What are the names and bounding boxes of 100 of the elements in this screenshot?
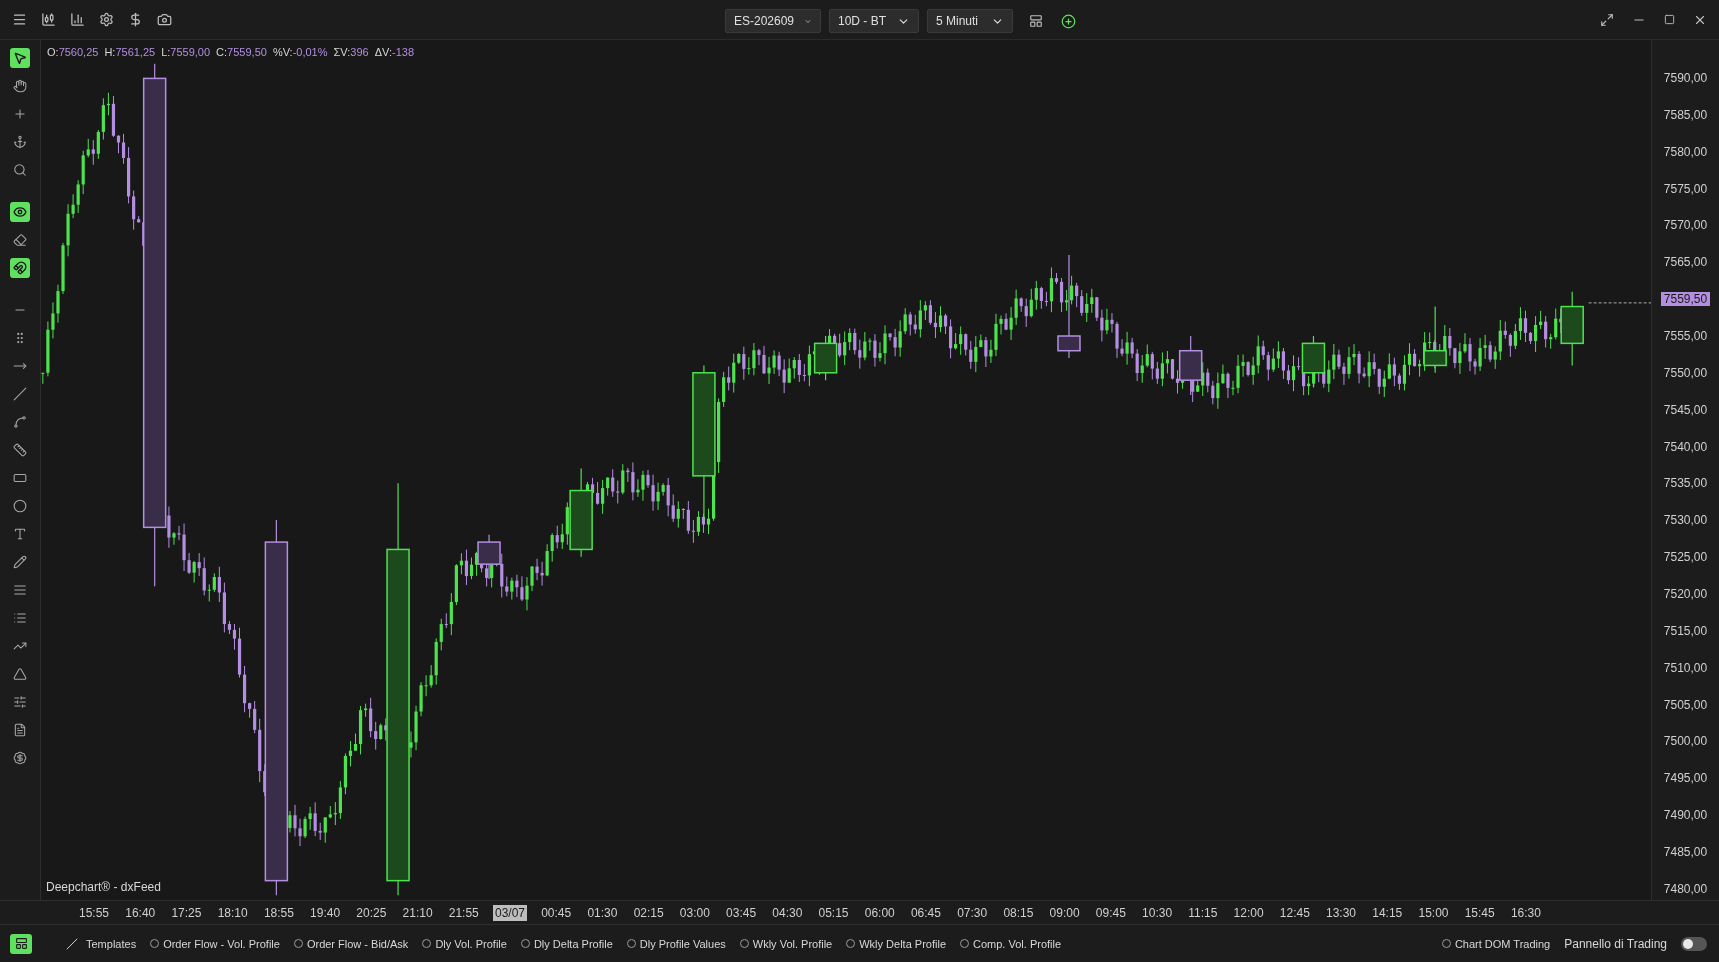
document-icon	[13, 723, 27, 737]
fullscreen-icon[interactable]	[1600, 12, 1614, 27]
price-label: 7485,00	[1663, 845, 1708, 860]
magnet-icon	[13, 261, 27, 275]
candlestick-icon[interactable]	[41, 12, 56, 27]
window-icon[interactable]	[1029, 14, 1043, 28]
time-label: 19:40	[309, 904, 342, 921]
panel-toggle-button[interactable]	[10, 933, 32, 954]
time-label: 04:30	[771, 904, 804, 921]
ohlc-value: %V:-0,01%	[272, 46, 328, 58]
range-dropdown[interactable]: 10D - BT	[829, 9, 919, 33]
time-label: 06:00	[863, 904, 896, 921]
trading-panel-label: Pannello di Trading	[1564, 936, 1667, 951]
bar-chart-icon[interactable]	[70, 12, 85, 27]
time-label: 12:00	[1232, 904, 1265, 921]
template-option[interactable]: Wkly Vol. Profile	[739, 937, 833, 950]
price-label: 7510,00	[1663, 660, 1708, 675]
template-option[interactable]: Order Flow - Bid/Ask	[293, 937, 409, 950]
polyline-icon	[13, 415, 27, 429]
time-label: 15:45	[1463, 904, 1496, 921]
chart-dom-option[interactable]: Chart DOM Trading	[1441, 937, 1551, 950]
price-label: 7490,00	[1663, 808, 1708, 823]
text-icon	[13, 527, 27, 541]
hand-icon	[13, 79, 27, 93]
template-option[interactable]: Dly Profile Values	[626, 937, 726, 950]
price-label: 7520,00	[1663, 587, 1708, 602]
price-label: 7545,00	[1663, 402, 1708, 417]
pencil-icon	[13, 555, 27, 569]
menu-icon[interactable]	[12, 12, 27, 27]
ohlc-value: L:7559,00	[161, 46, 211, 58]
zoom-icon	[13, 163, 27, 177]
list-icon	[13, 611, 27, 625]
time-label: 09:45	[1094, 904, 1127, 921]
panel-icon	[14, 937, 28, 950]
time-label: 18:55	[262, 904, 295, 921]
templates-label[interactable]: Templates	[86, 937, 137, 950]
add-icon[interactable]	[1061, 13, 1076, 29]
price-badge: 7559,50	[1660, 292, 1711, 307]
time-label: 20:25	[355, 904, 388, 921]
time-label: 18:10	[216, 904, 249, 921]
template-option[interactable]: Dly Delta Profile	[520, 937, 613, 950]
price-line	[1588, 302, 1651, 304]
ruler-icon	[13, 443, 27, 457]
time-label: 10:30	[1141, 904, 1174, 921]
time-label: 09:00	[1048, 904, 1081, 921]
time-label: 21:10	[401, 904, 434, 921]
pointer-tool[interactable]	[10, 48, 30, 68]
symbol-dropdown[interactable]: ES-202609	[725, 9, 821, 33]
template-option[interactable]: Comp. Vol. Profile	[960, 937, 1062, 950]
price-label: 7530,00	[1663, 513, 1708, 528]
eye-tool[interactable]	[10, 202, 30, 222]
pointer-icon	[13, 51, 27, 65]
ohlc-value: O:7560,25	[47, 46, 99, 58]
price-label: 7570,00	[1663, 218, 1708, 233]
dollar-icon[interactable]	[128, 12, 143, 27]
time-label: 16:30	[1509, 904, 1542, 921]
time-label: 17:25	[170, 904, 203, 921]
ohlc-value: C:7559,50	[216, 46, 267, 58]
ohlc-value: ΔV:-138	[374, 46, 415, 58]
time-label: 00:45	[540, 904, 573, 921]
price-label: 7480,00	[1663, 881, 1708, 896]
price-label: 7500,00	[1663, 734, 1708, 749]
time-label: 08:15	[1002, 904, 1035, 921]
price-label: 7495,00	[1663, 771, 1708, 786]
price-label: 7550,00	[1663, 365, 1708, 380]
time-label: 02:15	[632, 904, 665, 921]
template-option[interactable]: Dly Vol. Profile	[422, 937, 507, 950]
timeframe-dropdown[interactable]: 5 Minuti	[927, 9, 1013, 33]
time-label: 05:15	[817, 904, 850, 921]
price-label: 7555,00	[1663, 329, 1708, 343]
trend-line-icon	[13, 387, 27, 401]
template-option[interactable]: Order Flow - Vol. Profile	[150, 937, 280, 950]
settings-icon[interactable]	[99, 12, 114, 27]
time-label: 11:15	[1187, 904, 1219, 921]
price-label: 7505,00	[1663, 697, 1708, 712]
ohlc-value: H:7561,25	[104, 46, 156, 58]
ohlc-value: ΣV:396	[333, 46, 369, 58]
time-label: 15:55	[78, 904, 111, 921]
dollar-badge-icon	[13, 751, 27, 765]
time-label: 15:00	[1417, 904, 1450, 921]
time-label: 13:30	[1325, 904, 1358, 921]
lines-icon	[13, 583, 27, 597]
trading-panel-toggle[interactable]	[1681, 936, 1707, 951]
time-label: 01:30	[586, 904, 619, 921]
price-label: 7535,00	[1663, 476, 1708, 491]
templates-icon	[66, 937, 78, 950]
ellipse-icon	[13, 499, 27, 513]
template-option[interactable]: Wkly Delta Profile	[846, 937, 947, 950]
camera-icon[interactable]	[157, 12, 172, 27]
data-source-label: Deepchart® - dxFeed	[46, 880, 161, 894]
time-label: 12:45	[1278, 904, 1311, 921]
maximize-icon[interactable]	[1664, 14, 1675, 25]
sliders-icon	[13, 695, 27, 709]
rectangle-icon	[13, 471, 27, 485]
time-label: 03/07	[492, 904, 527, 921]
price-label: 7575,00	[1663, 181, 1708, 196]
price-label: 7590,00	[1663, 71, 1708, 85]
magnet-tool[interactable]	[10, 258, 30, 278]
triangle-icon	[13, 667, 27, 681]
eye-icon	[13, 205, 27, 219]
